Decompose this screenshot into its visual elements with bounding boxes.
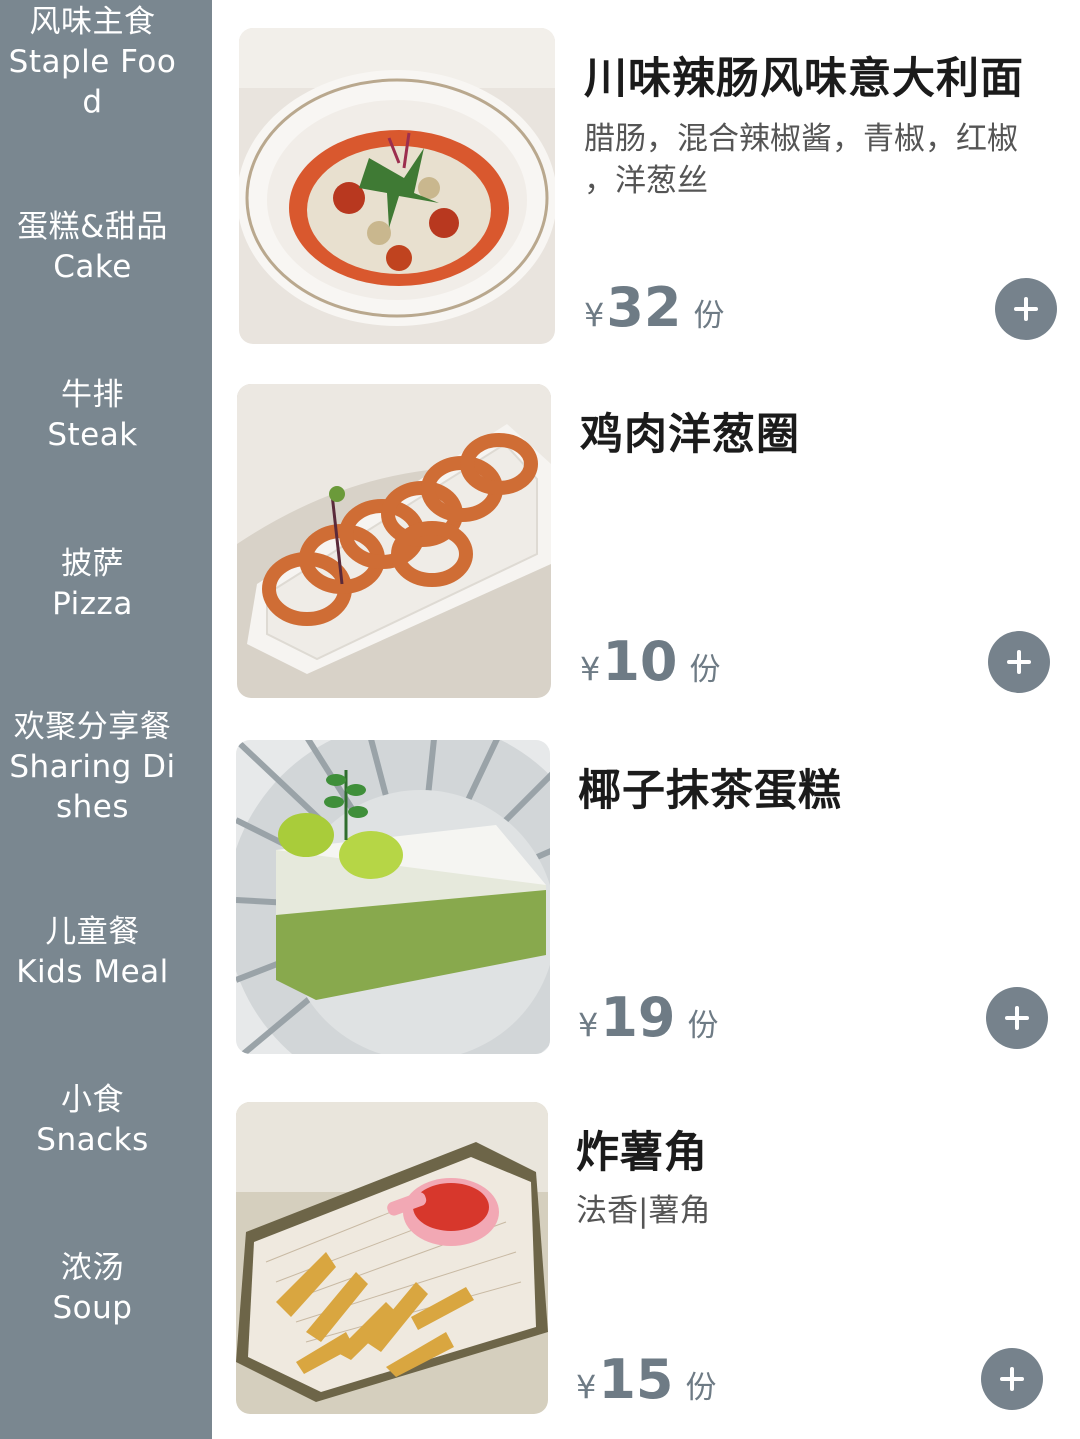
dish-name: 炸薯角 <box>576 1128 708 1178</box>
category-label-zh: 欢聚分享餐 <box>13 709 172 745</box>
category-label-zh: 牛排 <box>61 377 124 413</box>
category-label-zh: 小食 <box>61 1082 124 1118</box>
add-to-cart-button[interactable] <box>988 631 1050 693</box>
category-label-en-cont: d <box>82 84 103 120</box>
category-staple-food[interactable]: 风味主食 Staple Foo d <box>0 2 185 122</box>
category-kids-meal[interactable]: 儿童餐 Kids Meal <box>0 912 185 992</box>
category-label-en: Kids Meal <box>16 954 169 990</box>
dish-price: ¥10 份 <box>580 630 721 693</box>
category-pizza[interactable]: 披萨 Pizza <box>0 544 185 624</box>
price-unit: 份 <box>685 1370 717 1406</box>
category-label-en: Soup <box>52 1290 133 1326</box>
category-label-zh: 蛋糕&甜品 <box>17 209 168 245</box>
dish-description-line: 腊肠，混合辣椒酱，青椒，红椒 <box>584 121 1018 157</box>
category-label-zh: 披萨 <box>61 546 124 582</box>
dish-description-line: 法香|薯角 <box>576 1193 711 1229</box>
price-amount: 19 <box>600 986 676 1049</box>
pasta-dish-illustration <box>239 28 555 344</box>
dish-price: ¥15 份 <box>576 1348 717 1411</box>
add-to-cart-button[interactable] <box>986 987 1048 1049</box>
currency-symbol: ¥ <box>584 296 605 334</box>
add-to-cart-button[interactable] <box>995 278 1057 340</box>
price-amount: 32 <box>606 276 682 339</box>
category-cake[interactable]: 蛋糕&甜品 Cake <box>0 207 185 287</box>
category-sidebar: 风味主食 Staple Foo d 蛋糕&甜品 Cake 牛排 Steak 披萨… <box>0 0 212 1439</box>
category-sharing-dishes[interactable]: 欢聚分享餐 Sharing Di shes <box>0 707 185 827</box>
category-label-en: Staple Foo <box>8 44 177 80</box>
dish-description: 腊肠，混合辣椒酱，青椒，红椒 ，洋葱丝 <box>584 118 1064 202</box>
category-label-en: Sharing Di <box>9 749 176 785</box>
category-label-en: Snacks <box>36 1122 149 1158</box>
category-steak[interactable]: 牛排 Steak <box>0 375 185 455</box>
dish-name: 川味辣肠风味意大利面 <box>584 54 1024 104</box>
onion-rings-illustration <box>237 384 551 698</box>
dish-image-potato-wedges[interactable] <box>236 1102 548 1414</box>
category-soup[interactable]: 浓汤 Soup <box>0 1248 185 1328</box>
price-unit: 份 <box>689 652 721 688</box>
category-label-en: Steak <box>47 417 138 453</box>
dish-price: ¥32 份 <box>584 276 725 339</box>
price-amount: 15 <box>598 1348 674 1411</box>
category-label-en-cont: shes <box>55 789 130 825</box>
category-label-zh: 儿童餐 <box>45 914 140 950</box>
dish-image-matcha-cake[interactable] <box>236 740 550 1054</box>
category-label-zh: 风味主食 <box>29 4 156 40</box>
dish-image-pasta[interactable] <box>239 28 555 344</box>
dish-name: 鸡肉洋葱圈 <box>580 410 800 460</box>
dish-name: 椰子抹茶蛋糕 <box>578 766 842 816</box>
dish-image-onion-rings[interactable] <box>237 384 551 698</box>
dish-description: 法香|薯角 <box>576 1190 1056 1232</box>
currency-symbol: ¥ <box>576 1368 597 1406</box>
price-unit: 份 <box>693 298 725 334</box>
currency-symbol: ¥ <box>578 1006 599 1044</box>
category-label-en: Pizza <box>52 586 133 622</box>
category-label-zh: 浓汤 <box>61 1250 124 1286</box>
add-to-cart-button[interactable] <box>981 1348 1043 1410</box>
price-amount: 10 <box>602 630 678 693</box>
price-unit: 份 <box>687 1008 719 1044</box>
potato-wedges-illustration <box>236 1102 548 1414</box>
dish-description-line: ，洋葱丝 <box>584 163 708 199</box>
currency-symbol: ¥ <box>580 650 601 688</box>
matcha-cake-illustration <box>236 740 550 1054</box>
category-label-en: Cake <box>53 249 132 285</box>
dish-price: ¥19 份 <box>578 986 719 1049</box>
category-snacks[interactable]: 小食 Snacks <box>0 1080 185 1160</box>
